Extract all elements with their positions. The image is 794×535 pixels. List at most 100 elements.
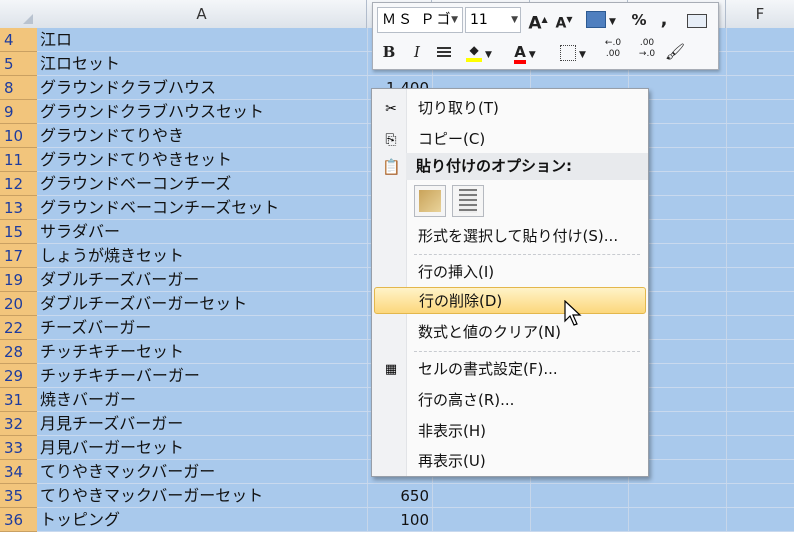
comma-button[interactable]: , (657, 8, 671, 32)
row-header[interactable]: 32 (0, 412, 37, 436)
cell-item-name: チッチキチーバーガー (40, 366, 200, 385)
percent-button[interactable]: % (629, 8, 649, 32)
clipboard-icon: 📋 (382, 158, 401, 176)
center-align-button[interactable] (433, 40, 455, 64)
cell-item-name: チーズバーガー (40, 318, 152, 337)
cell-item-name: ダブルチーズバーガー (40, 270, 200, 289)
menu-item-row-height[interactable]: 行の高さ(R)... (374, 387, 646, 414)
row-cells[interactable]: てりやきマックバーガーセット 650 (37, 484, 794, 508)
column-header-a[interactable]: A (37, 0, 367, 28)
row-header[interactable]: 35 (0, 484, 37, 508)
cell-item-name: しょうが焼きセット (40, 246, 185, 265)
menu-item-insert-row[interactable]: 行の挿入(I) (374, 259, 646, 286)
italic-button[interactable]: I (407, 40, 427, 64)
format-painter-icon: 🖌 (664, 42, 686, 61)
row-header[interactable]: 10 (0, 124, 37, 148)
row-header[interactable]: 8 (0, 76, 37, 100)
cell-item-name: サラダバー (40, 222, 121, 241)
row-header[interactable]: 4 (0, 28, 37, 52)
menu-item-delete-row[interactable]: 行の削除(D) (374, 287, 646, 314)
format-cells-icon: ▦ (384, 362, 398, 377)
cell-item-name: グラウンドてりやきセット (40, 150, 233, 169)
menu-separator (414, 254, 640, 255)
paste-values-icon (459, 189, 477, 213)
table-format-button[interactable]: ▼ (581, 7, 621, 31)
fill-color-button[interactable]: ◆ ▼ (461, 40, 497, 64)
paste-options-header: 貼り付けのオプション: (406, 153, 648, 180)
row-header[interactable]: 29 (0, 364, 37, 388)
select-all-corner[interactable] (0, 0, 37, 28)
row-header[interactable]: 9 (0, 100, 37, 124)
menu-item-hide-label: 非表示(H) (418, 422, 486, 440)
menu-separator (414, 351, 640, 352)
cell-price: 100 (400, 511, 429, 529)
row-header[interactable]: 5 (0, 52, 37, 76)
borders-button[interactable]: ▼ (555, 40, 591, 64)
borders-icon (560, 44, 577, 61)
cell-item-name: トッピング (40, 510, 121, 529)
menu-item-cut[interactable]: ✂ 切り取り(T) (374, 95, 646, 122)
menu-item-clear-contents-label: 数式と値のクリア(N) (418, 323, 561, 341)
cell-item-name: 月見チーズバーガー (40, 414, 184, 433)
font-size-box[interactable]: 11 ▼ (465, 7, 521, 33)
row-header[interactable]: 19 (0, 268, 37, 292)
font-size-value: 11 (470, 12, 488, 28)
cell-item-name: てりやきマックバーガーセット (40, 486, 264, 505)
menu-item-clear-contents[interactable]: 数式と値のクリア(N) (374, 319, 646, 346)
shrink-font-button[interactable]: A▼ (553, 8, 575, 32)
row-header[interactable]: 11 (0, 148, 37, 172)
cell-item-name: 江ロセット (40, 54, 121, 73)
table-row[interactable]: 35 てりやきマックバーガーセット 650 (0, 484, 794, 508)
cell-item-name: チッチキチーセット (40, 342, 185, 361)
table-format-icon (586, 11, 607, 28)
row-header[interactable]: 31 (0, 388, 37, 412)
menu-item-copy[interactable]: ⎘ コピー(C) (374, 126, 646, 153)
paste-option-values[interactable] (452, 185, 484, 217)
decrease-decimal-button[interactable]: .00 →.0 (633, 38, 661, 62)
font-color-label: A (514, 44, 526, 64)
merge-center-button[interactable] (685, 8, 709, 32)
grow-font-label: A (528, 13, 542, 34)
cell-item-name: 江ロ (40, 30, 73, 49)
fill-color-icon: ◆ (466, 44, 483, 62)
font-name-box[interactable]: ＭＳ Ｐゴ ▼ (377, 7, 463, 33)
row-header[interactable]: 13 (0, 196, 37, 220)
grow-font-button[interactable]: A▲ (527, 8, 549, 34)
column-header-f[interactable]: F (726, 0, 794, 28)
table-row[interactable]: 36 トッピング 100 (0, 508, 794, 532)
format-painter-button[interactable]: 🖌 (663, 40, 687, 64)
menu-item-unhide[interactable]: 再表示(U) (374, 448, 646, 475)
scissors-icon: ✂ (385, 101, 397, 117)
row-header[interactable]: 36 (0, 508, 37, 532)
row-header[interactable]: 33 (0, 436, 37, 460)
menu-item-paste-special-label: 形式を選択して貼り付け(S)... (418, 227, 619, 245)
row-header[interactable]: 34 (0, 460, 37, 484)
row-header[interactable]: 22 (0, 316, 37, 340)
cell-item-name: グラウンドクラブハウスセット (40, 102, 265, 121)
menu-item-format-cells[interactable]: ▦ セルの書式設定(F)... (374, 356, 646, 383)
row-header[interactable]: 15 (0, 220, 37, 244)
menu-item-format-cells-label: セルの書式設定(F)... (418, 360, 558, 378)
chevron-down-icon[interactable]: ▼ (511, 8, 518, 32)
row-header[interactable]: 28 (0, 340, 37, 364)
menu-item-copy-label: コピー(C) (418, 130, 486, 148)
row-cells[interactable]: トッピング 100 (37, 508, 794, 532)
menu-item-hide[interactable]: 非表示(H) (374, 418, 646, 445)
row-header[interactable]: 12 (0, 172, 37, 196)
paste-option-formatting[interactable] (414, 185, 446, 217)
menu-item-cut-label: 切り取り(T) (418, 99, 499, 117)
menu-item-paste-special[interactable]: 形式を選択して貼り付け(S)... (374, 223, 646, 250)
cell-item-name: ダブルチーズバーガーセット (40, 294, 248, 313)
menu-item-insert-row-label: 行の挿入(I) (418, 263, 495, 281)
paste-brush-icon (419, 190, 441, 212)
font-color-button[interactable]: A ▼ (507, 40, 543, 64)
cell-item-name: 焼きバーガー (40, 390, 137, 409)
paste-options-label: 貼り付けのオプション: (416, 157, 572, 175)
shrink-font-label: A (555, 15, 567, 32)
bold-button[interactable]: B (379, 40, 399, 64)
row-header[interactable]: 17 (0, 244, 37, 268)
cell-price: 650 (400, 487, 429, 505)
increase-decimal-button[interactable]: ←.0 .00 (599, 38, 627, 62)
row-header[interactable]: 20 (0, 292, 37, 316)
chevron-down-icon[interactable]: ▼ (451, 8, 460, 32)
